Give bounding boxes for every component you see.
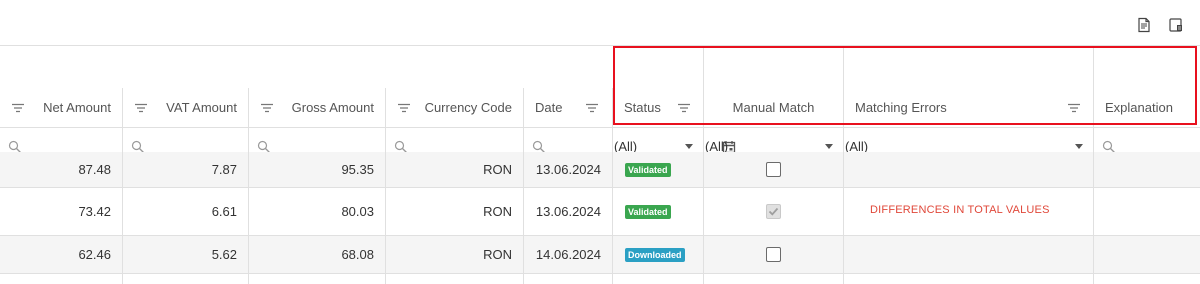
cell-matching-errors: [844, 236, 1094, 273]
error-text: DIFFERENCES IN TOTAL VALUES: [870, 203, 1050, 216]
cell-value: RON: [483, 162, 512, 177]
filter-icon[interactable]: [397, 101, 411, 115]
cell-currency-code: RON: [386, 236, 524, 273]
filter-icon[interactable]: [585, 101, 599, 115]
header-label: Currency Code: [424, 100, 512, 115]
cell-empty: [704, 274, 844, 284]
cell-status: Validated: [613, 152, 704, 187]
grid-toolbar: [0, 0, 1200, 46]
cell-net-amount: 73.42: [0, 188, 123, 235]
cell-empty: [249, 274, 386, 284]
cell-value: RON: [483, 204, 512, 219]
manual-match-checkbox[interactable]: [766, 162, 781, 177]
cell-explanation: [1094, 236, 1200, 273]
cell-gross-amount: 80.03: [249, 188, 386, 235]
cell-vat-amount: 6.61: [123, 188, 249, 235]
filter-icon[interactable]: [134, 101, 148, 115]
cell-value: 95.35: [341, 162, 374, 177]
manual-match-checkbox[interactable]: [766, 204, 781, 219]
filter-icon[interactable]: [677, 101, 691, 115]
cell-matching-errors: DIFFERENCES IN TOTAL VALUES: [844, 188, 1094, 235]
cell-empty: [0, 274, 123, 284]
cell-manual-match: [704, 236, 844, 273]
header-matching-errors[interactable]: Matching Errors: [844, 88, 1094, 127]
cell-value: 7.87: [211, 162, 237, 177]
header-label: Explanation: [1105, 100, 1173, 115]
status-badge: Validated: [625, 204, 671, 219]
cell-value: 14.06.2024: [535, 247, 601, 262]
status-badge: Downloaded: [625, 247, 685, 262]
header-label: Matching Errors: [855, 100, 947, 115]
checkmark-icon: [768, 207, 779, 216]
filter-icon[interactable]: [260, 101, 274, 115]
cell-explanation: [1094, 152, 1200, 187]
cell-matching-errors: [844, 152, 1094, 187]
header-status[interactable]: Status: [613, 88, 704, 127]
cell-value: 80.03: [341, 204, 374, 219]
cell-currency-code: RON: [386, 152, 524, 187]
cell-value: RON: [483, 247, 512, 262]
column-header-row: Net Amount VAT Amount Gross Amount Curre…: [0, 88, 1200, 128]
matching-errors-header-top: [844, 46, 1094, 88]
cell-value: 13.06.2024: [535, 204, 601, 219]
chevron-down-icon: [1075, 144, 1083, 149]
table-row[interactable]: 73.42 6.61 80.03 RON 13.06.2024 Validate…: [0, 188, 1200, 236]
header-label: Gross Amount: [291, 100, 374, 115]
table-row[interactable]: 87.48 7.87 95.35 RON 13.06.2024 Validate…: [0, 152, 1200, 188]
header-gross-amount[interactable]: Gross Amount: [249, 88, 386, 127]
table-row[interactable]: 62.46 5.62 68.08 RON 14.06.2024 Download…: [0, 236, 1200, 274]
cell-net-amount: 62.46: [0, 236, 123, 273]
cell-vat-amount: 5.62: [123, 236, 249, 273]
header-date[interactable]: Date: [524, 88, 613, 127]
status-badge: Validated: [625, 162, 671, 177]
header-currency-code[interactable]: Currency Code: [386, 88, 524, 127]
status-header-top: [613, 46, 704, 88]
cell-value: 87.48: [78, 162, 111, 177]
cell-value: 68.08: [341, 247, 374, 262]
chevron-down-icon: [825, 144, 833, 149]
cell-date: 13.06.2024: [524, 188, 613, 235]
cell-empty: [123, 274, 249, 284]
group-header-band: [0, 46, 1200, 88]
cell-gross-amount: 68.08: [249, 236, 386, 273]
column-chooser-icon[interactable]: [1168, 17, 1186, 35]
header-net-amount[interactable]: Net Amount: [0, 88, 123, 127]
cell-empty: [613, 274, 704, 284]
cell-net-amount: 87.48: [0, 152, 123, 187]
cell-manual-match: [704, 152, 844, 187]
cell-vat-amount: 7.87: [123, 152, 249, 187]
cell-empty: [844, 274, 1094, 284]
header-vat-amount[interactable]: VAT Amount: [123, 88, 249, 127]
header-label: Manual Match: [732, 100, 815, 115]
cell-empty: [524, 274, 613, 284]
cell-date: 14.06.2024: [524, 236, 613, 273]
cell-status: Downloaded: [613, 236, 704, 273]
header-explanation[interactable]: Explanation: [1094, 88, 1200, 127]
cell-value: 62.46: [78, 247, 111, 262]
manual-match-header-top: [704, 46, 844, 88]
cell-date: 13.06.2024: [524, 152, 613, 187]
cell-manual-match: [704, 188, 844, 235]
header-label: Date: [535, 100, 563, 115]
cell-value: 5.62: [211, 247, 237, 262]
cell-status: Validated: [613, 188, 704, 235]
chevron-down-icon: [685, 144, 693, 149]
cell-gross-amount: 95.35: [249, 152, 386, 187]
header-manual-match[interactable]: Manual Match: [704, 88, 844, 127]
export-document-icon[interactable]: [1136, 17, 1154, 35]
header-label: Net Amount: [43, 100, 111, 115]
filter-icon[interactable]: [1067, 101, 1081, 115]
header-label: VAT Amount: [166, 100, 237, 115]
header-label: Status: [624, 100, 661, 115]
table-row: [0, 274, 1200, 284]
cell-explanation: [1094, 188, 1200, 235]
filter-icon[interactable]: [11, 101, 25, 115]
cell-value: 13.06.2024: [535, 162, 601, 177]
cell-value: 73.42: [78, 204, 111, 219]
manual-match-checkbox[interactable]: [766, 247, 781, 262]
cell-value: 6.61: [211, 204, 237, 219]
cell-empty: [386, 274, 524, 284]
cell-currency-code: RON: [386, 188, 524, 235]
